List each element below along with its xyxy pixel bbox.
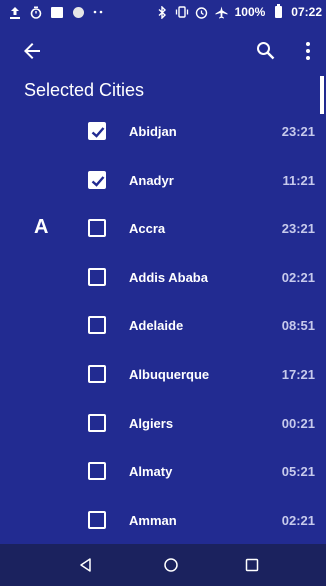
city-time: 23:21 <box>281 124 315 139</box>
checkbox-unchecked[interactable] <box>88 510 106 529</box>
arrow-back-icon[interactable] <box>20 39 44 63</box>
city-time: 17:21 <box>281 366 315 382</box>
upload-icon <box>8 5 22 19</box>
section-letter: A <box>34 216 49 239</box>
checkbox-unchecked[interactable] <box>88 462 106 481</box>
city-time: 11:21 <box>282 172 315 188</box>
checkbox-checked[interactable] <box>88 170 106 189</box>
checkbox-unchecked[interactable] <box>88 413 106 432</box>
city-name: Algiers <box>129 415 174 431</box>
city-row[interactable]: Addis Ababa 02:21 <box>0 254 326 303</box>
app-bar <box>0 24 326 80</box>
checkbox-unchecked[interactable] <box>88 316 106 335</box>
battery-percent: 100% <box>234 5 266 19</box>
navigation-bar <box>0 544 326 586</box>
status-right: 100% 07:22 <box>155 4 322 19</box>
nav-home-icon[interactable] <box>163 557 179 573</box>
city-row[interactable]: Amman 02:21 <box>0 497 326 546</box>
city-name: Abidjan <box>129 124 177 139</box>
city-row[interactable]: Abidjan 23:21 <box>0 108 326 157</box>
city-time: 02:21 <box>281 269 315 285</box>
city-name: Albuquerque <box>129 366 210 382</box>
checkbox-unchecked[interactable] <box>88 364 106 383</box>
city-name: Amman <box>129 512 177 528</box>
circle-icon <box>71 5 85 19</box>
nav-back-icon[interactable] <box>78 557 94 573</box>
status-bar: 100% 07:22 <box>0 0 326 24</box>
city-name: Anadyr <box>129 172 174 188</box>
city-row[interactable]: Adelaide 08:51 <box>0 302 326 351</box>
city-name: Accra <box>129 221 166 237</box>
bluetooth-icon <box>155 5 169 19</box>
nav-recents-icon[interactable] <box>244 557 260 573</box>
more-vert-icon[interactable] <box>296 39 320 63</box>
city-time: 23:21 <box>281 221 315 237</box>
city-time: 08:51 <box>281 318 315 334</box>
status-time: 07:22 <box>291 5 322 19</box>
alarm-icon <box>195 5 209 19</box>
timer-icon <box>29 5 43 19</box>
battery-icon <box>271 4 285 19</box>
page-title: Selected Cities <box>24 80 145 100</box>
city-time: 02:21 <box>281 512 315 528</box>
image-icon <box>50 5 64 19</box>
checkbox-unchecked[interactable] <box>88 219 106 238</box>
city-row[interactable]: Almaty 05:21 <box>0 448 326 497</box>
search-icon[interactable] <box>254 39 278 63</box>
airplane-icon <box>215 5 229 19</box>
city-name: Addis Ababa <box>129 269 208 285</box>
status-left <box>8 5 106 19</box>
vibrate-icon <box>175 5 189 19</box>
city-row[interactable]: Anadyr 11:21 <box>0 157 326 206</box>
city-name: Almaty <box>129 464 173 480</box>
more-dots-icon <box>92 5 106 19</box>
city-row[interactable]: A Accra 23:21 <box>0 205 326 254</box>
city-time: 00:21 <box>281 415 315 431</box>
city-time: 05:21 <box>281 464 315 480</box>
city-row[interactable]: Albuquerque 17:21 <box>0 351 326 400</box>
city-list: Abidjan 23:21 Anadyr 11:21 A Accra 23:21 Addis … <box>0 108 326 545</box>
checkbox-unchecked[interactable] <box>88 267 106 286</box>
city-row[interactable]: Algiers 00:21 <box>0 400 326 449</box>
checkbox-checked[interactable] <box>88 122 106 140</box>
city-name: Adelaide <box>129 318 184 334</box>
